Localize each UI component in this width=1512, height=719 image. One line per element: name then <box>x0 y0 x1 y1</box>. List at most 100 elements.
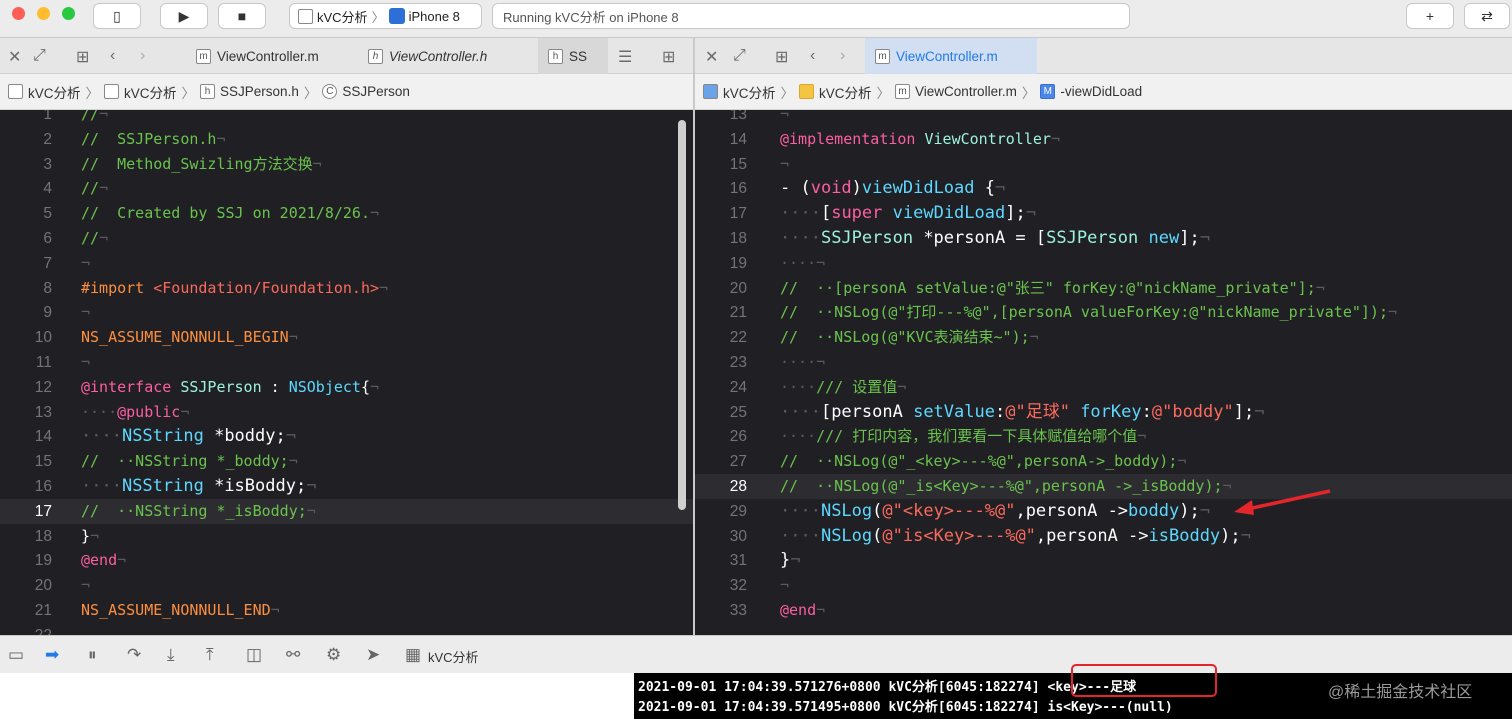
line-number[interactable]: 2 <box>0 127 52 152</box>
code-text[interactable]: ¬ <box>780 152 789 177</box>
line-number[interactable]: 13 <box>0 400 52 425</box>
code-line[interactable]: 14 ····NSString *boddy;¬ <box>0 424 693 449</box>
code-line[interactable]: 9 ¬ <box>0 300 693 325</box>
code-line[interactable]: 12 @interface SSJPerson : NSObject{¬ <box>0 375 693 400</box>
line-number[interactable]: 5 <box>0 201 52 226</box>
line-number[interactable]: 8 <box>0 276 52 301</box>
line-number[interactable]: 25 <box>695 400 747 425</box>
code-text[interactable]: }¬ <box>780 548 801 573</box>
code-text[interactable]: @interface SSJPerson : NSObject{¬ <box>81 375 379 400</box>
line-number[interactable]: 18 <box>0 524 52 549</box>
hide-debug-area-icon[interactable]: ▭ <box>8 645 24 665</box>
code-line[interactable]: 33 @end¬ <box>695 598 1512 623</box>
line-number[interactable]: 20 <box>0 573 52 598</box>
code-line[interactable]: 16 - (void)viewDidLoad {¬ <box>695 176 1512 201</box>
code-line[interactable]: 22 // ··NSLog(@"KVC表演结束~");¬ <box>695 325 1512 350</box>
library-button[interactable]: + <box>1406 3 1454 29</box>
code-text[interactable]: ····SSJPerson *personA = [SSJPerson new]… <box>780 226 1210 251</box>
code-line[interactable]: 20 ¬ <box>0 573 693 598</box>
code-line[interactable]: 5 // Created by SSJ on 2021/8/26.¬ <box>0 201 693 226</box>
breadcrumb-item[interactable]: -viewDidLoad <box>1060 84 1142 99</box>
breadcrumb-item[interactable]: kVC分析 <box>723 82 776 102</box>
code-line[interactable]: 15 ¬ <box>695 152 1512 177</box>
code-text[interactable]: ····/// 打印内容，我们要看一下具体赋值给哪个值¬ <box>780 424 1146 449</box>
line-number[interactable]: 19 <box>0 548 52 573</box>
tab-viewcontroller-m-right[interactable]: m ViewController.m <box>865 38 1037 74</box>
line-number[interactable]: 22 <box>695 325 747 350</box>
code-text[interactable]: // ··NSLog(@"_is<Key>---%@",personA ->_i… <box>780 474 1232 499</box>
code-line[interactable]: 8 #import <Foundation/Foundation.h>¬ <box>0 276 693 301</box>
code-text[interactable]: ····NSString *boddy;¬ <box>81 424 296 449</box>
line-number[interactable]: 15 <box>0 449 52 474</box>
code-text[interactable]: ¬ <box>780 573 789 598</box>
line-number[interactable]: 32 <box>695 573 747 598</box>
breadcrumb-item[interactable]: ViewController.m <box>915 84 1017 99</box>
back-icon[interactable]: ‹ <box>810 47 815 65</box>
code-text[interactable]: ¬ <box>780 110 789 127</box>
code-text[interactable]: // ··NSLog(@"_<key>---%@",personA->_bodd… <box>780 449 1186 474</box>
line-number[interactable]: 12 <box>0 375 52 400</box>
line-number[interactable]: 21 <box>0 598 52 623</box>
breadcrumb-item[interactable]: SSJPerson.h <box>220 84 299 99</box>
code-line[interactable]: 13 ¬ <box>695 110 1512 127</box>
code-line[interactable]: 18 ····SSJPerson *personA = [SSJPerson ne… <box>695 226 1512 251</box>
right-code-editor[interactable]: 13 ¬ 14 @implementation ViewController¬ 15 ¬ 1… <box>695 110 1512 635</box>
code-line[interactable]: 30 ····NSLog(@"is<Key>---%@",personA ->is… <box>695 524 1512 549</box>
code-text[interactable]: // ··NSLog(@"KVC表演结束~");¬ <box>780 325 1039 350</box>
breakpoints-icon[interactable]: ➡ <box>45 645 59 665</box>
line-number[interactable]: 22 <box>0 623 52 635</box>
code-line[interactable]: 13 ····@public¬ <box>0 400 693 425</box>
code-text[interactable]: //¬ <box>81 226 108 251</box>
code-line[interactable]: 11 ¬ <box>0 350 693 375</box>
line-number[interactable]: 30 <box>695 524 747 549</box>
pause-icon[interactable]: ⏸ <box>88 645 97 665</box>
code-line[interactable]: 19 @end¬ <box>0 548 693 573</box>
forward-icon[interactable]: › <box>840 47 845 65</box>
step-into-icon[interactable]: ⤓ <box>167 645 175 665</box>
code-text[interactable]: }¬ <box>81 524 99 549</box>
line-number[interactable]: 26 <box>695 424 747 449</box>
code-line[interactable]: 6 //¬ <box>0 226 693 251</box>
close-editor-icon[interactable]: ✕ <box>705 47 718 67</box>
line-number[interactable]: 13 <box>695 110 747 127</box>
code-text[interactable]: ····NSLog(@"<key>---%@",personA ->boddy)… <box>780 499 1210 524</box>
code-text[interactable]: #import <Foundation/Foundation.h>¬ <box>81 276 388 301</box>
code-line[interactable]: 20 // ··[personA setValue:@"张三" forKey:@"… <box>695 276 1512 301</box>
line-number[interactable]: 24 <box>695 375 747 400</box>
line-number[interactable]: 1 <box>0 110 52 127</box>
code-text[interactable]: ¬ <box>81 350 90 375</box>
code-text[interactable]: ····NSString *isBoddy;¬ <box>81 474 316 499</box>
expand-icon[interactable]: ⤢ <box>33 47 46 65</box>
line-number[interactable]: 9 <box>0 300 52 325</box>
code-text[interactable]: // SSJPerson.h¬ <box>81 127 226 152</box>
grid-icon[interactable]: ⊞ <box>775 47 788 67</box>
line-number[interactable]: 16 <box>695 176 747 201</box>
code-line[interactable]: 21 // ··NSLog(@"打印---%@",[personA valueFo… <box>695 300 1512 325</box>
code-text[interactable]: // ··NSLog(@"打印---%@",[personA valueForK… <box>780 300 1397 325</box>
line-number[interactable]: 19 <box>695 251 747 276</box>
line-number[interactable]: 16 <box>0 474 52 499</box>
zoom-window-button[interactable] <box>62 7 75 20</box>
tab-viewcontroller-m-left[interactable]: m ViewController.m <box>186 38 358 74</box>
layout-toggle-button[interactable]: ⇄ <box>1464 3 1510 29</box>
step-over-icon[interactable]: ↷ <box>127 645 141 665</box>
left-code-editor[interactable]: 1 //¬ 2 // SSJPerson.h¬ 3 // Method_Swizling方… <box>0 110 693 635</box>
line-number[interactable]: 15 <box>695 152 747 177</box>
code-text[interactable]: NS_ASSUME_NONNULL_BEGIN¬ <box>81 325 298 350</box>
code-line[interactable]: 19 ····¬ <box>695 251 1512 276</box>
code-line[interactable]: 1 //¬ <box>0 110 693 127</box>
code-text[interactable]: ····[personA setValue:@"足球" forKey:@"bod… <box>780 400 1264 425</box>
code-line[interactable]: 16 ····NSString *isBoddy;¬ <box>0 474 693 499</box>
close-window-button[interactable] <box>12 7 25 20</box>
code-line[interactable]: 2 // SSJPerson.h¬ <box>0 127 693 152</box>
code-text[interactable]: // Created by SSJ on 2021/8/26.¬ <box>81 201 379 226</box>
code-line[interactable]: 4 //¬ <box>0 176 693 201</box>
code-line[interactable]: 25 ····[personA setValue:@"足球" forKey:@"b… <box>695 400 1512 425</box>
grid-icon[interactable]: ⊞ <box>76 47 89 67</box>
code-line[interactable]: 22 <box>0 623 693 635</box>
code-text[interactable]: ¬ <box>81 251 90 276</box>
code-line[interactable]: 27 // ··NSLog(@"_<key>---%@",personA->_bo… <box>695 449 1512 474</box>
code-text[interactable]: ····¬ <box>780 350 825 375</box>
line-number[interactable]: 18 <box>695 226 747 251</box>
forward-icon[interactable]: › <box>140 47 145 65</box>
